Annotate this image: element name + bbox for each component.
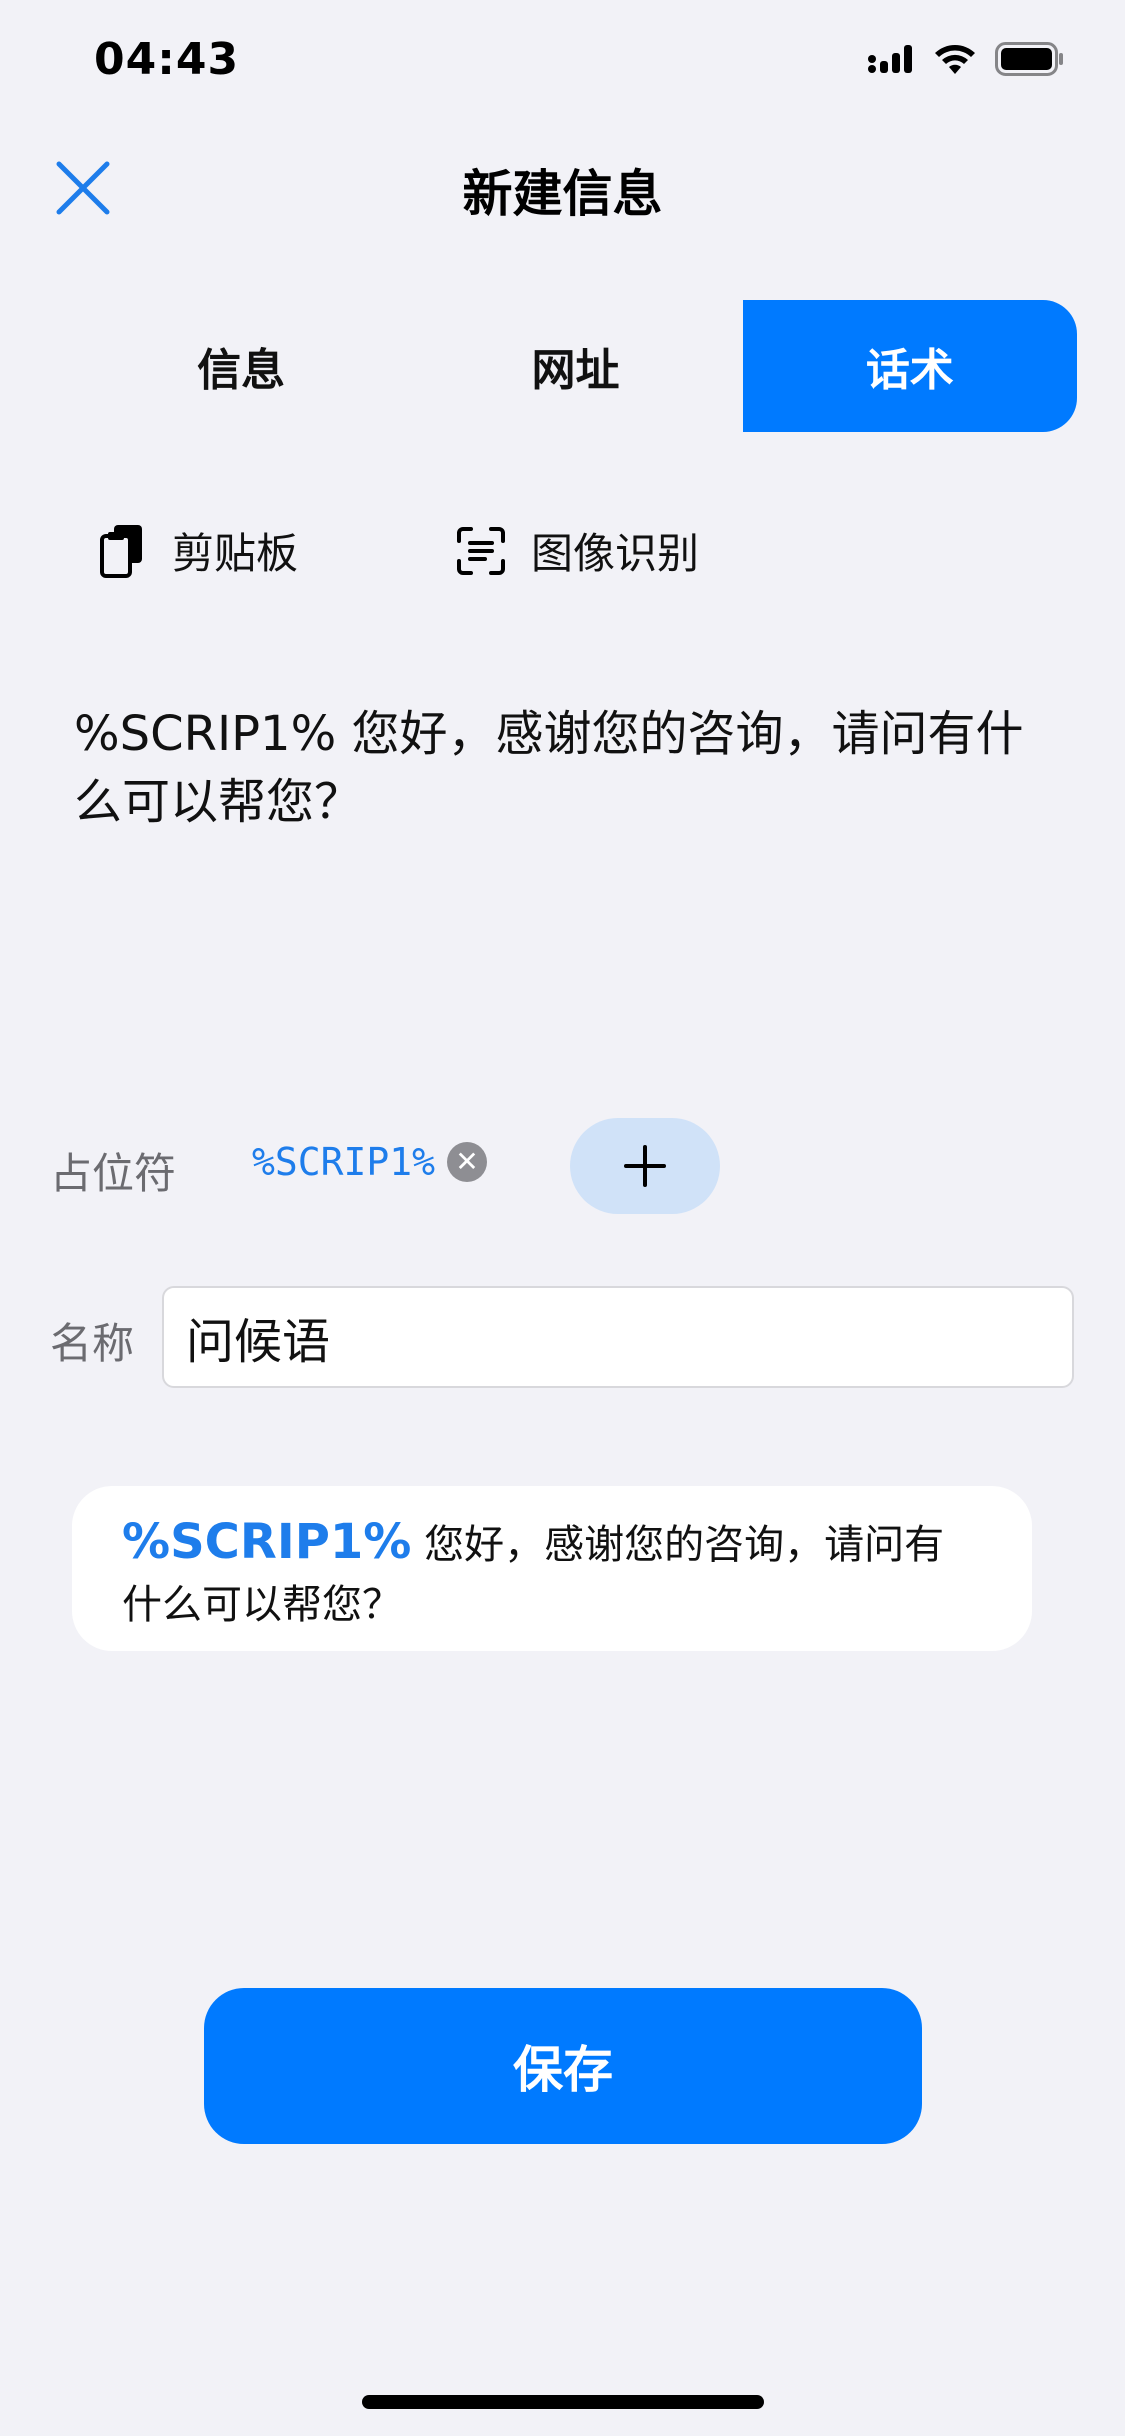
tab-message[interactable]: 信息 <box>74 300 408 432</box>
status-icons <box>867 42 1065 76</box>
name-label: 名称 <box>50 1319 135 1368</box>
text-scan-icon <box>457 526 505 575</box>
status-time: 04:43 <box>94 34 240 85</box>
name-input[interactable]: 问候语 <box>162 1286 1074 1388</box>
image-recognition-button[interactable]: 图像识别 <box>455 520 699 581</box>
plus-icon <box>624 1145 666 1187</box>
preview-card: %SCRIP1% 您好，感谢您的咨询，请问有什么可以帮您？ <box>72 1486 1032 1651</box>
page-title: 新建信息 <box>462 165 663 223</box>
home-indicator <box>362 2395 764 2409</box>
preview-token: %SCRIP1% <box>122 1514 412 1570</box>
clipboard-button[interactable]: 剪贴板 <box>98 520 298 581</box>
remove-chip-icon[interactable]: ✕ <box>447 1142 488 1182</box>
add-placeholder-button[interactable] <box>570 1118 720 1214</box>
placeholder-chip[interactable]: %SCRIP1% ✕ <box>252 1140 488 1184</box>
wifi-icon <box>935 45 975 74</box>
placeholder-label: 占位符 <box>50 1149 177 1198</box>
save-button[interactable]: 保存 <box>204 1988 922 2144</box>
placeholder-chip-text: %SCRIP1% <box>252 1140 436 1184</box>
script-text-editor[interactable]: %SCRIP1% 您好，感谢您的咨询，请问有什么可以帮您？ <box>74 700 1034 836</box>
battery-icon <box>995 42 1063 76</box>
cellular-signal-icon <box>868 45 912 73</box>
image-recognition-label: 图像识别 <box>531 529 700 578</box>
segmented-tabs: 信息 网址 话术 <box>74 300 1077 432</box>
clipboard-label: 剪贴板 <box>172 529 299 578</box>
tab-script[interactable]: 话术 <box>742 300 1077 432</box>
clipboard-icon <box>100 524 142 578</box>
tab-url[interactable]: 网址 <box>408 300 742 432</box>
